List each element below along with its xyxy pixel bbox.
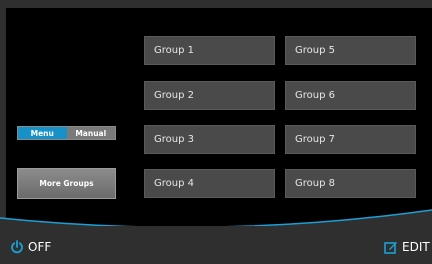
- edit-button[interactable]: EDIT: [384, 240, 430, 254]
- group-4-button[interactable]: Group 4: [144, 169, 275, 198]
- group-3-button[interactable]: Group 3: [144, 125, 275, 154]
- group-label: Group 7: [295, 134, 335, 145]
- off-label: OFF: [28, 240, 52, 254]
- group-label: Group 5: [295, 45, 335, 56]
- more-groups-button[interactable]: More Groups: [17, 168, 116, 199]
- power-icon: [11, 240, 23, 254]
- power-off-button[interactable]: OFF: [10, 240, 51, 254]
- group-1-button[interactable]: Group 1: [144, 36, 275, 65]
- group-8-button[interactable]: Group 8: [285, 169, 416, 198]
- group-5-button[interactable]: Group 5: [285, 36, 416, 65]
- control-screen: Group 1 Group 2 Group 3 Group 4 Group 5 …: [0, 0, 432, 264]
- group-2-button[interactable]: Group 2: [144, 81, 275, 110]
- edit-icon: [384, 242, 397, 254]
- edit-label: EDIT: [402, 240, 430, 254]
- group-label: Group 8: [295, 178, 335, 189]
- menu-mode-button[interactable]: Menu: [18, 127, 67, 139]
- mode-toggle: Menu Manual: [17, 126, 116, 140]
- group-label: Group 2: [154, 90, 194, 101]
- group-6-button[interactable]: Group 6: [285, 81, 416, 110]
- group-label: Group 4: [154, 178, 194, 189]
- footer-bar: [0, 226, 432, 264]
- manual-mode-button[interactable]: Manual: [66, 127, 115, 139]
- group-label: Group 1: [154, 45, 194, 56]
- group-7-button[interactable]: Group 7: [285, 125, 416, 154]
- group-label: Group 3: [154, 134, 194, 145]
- group-label: Group 6: [295, 90, 335, 101]
